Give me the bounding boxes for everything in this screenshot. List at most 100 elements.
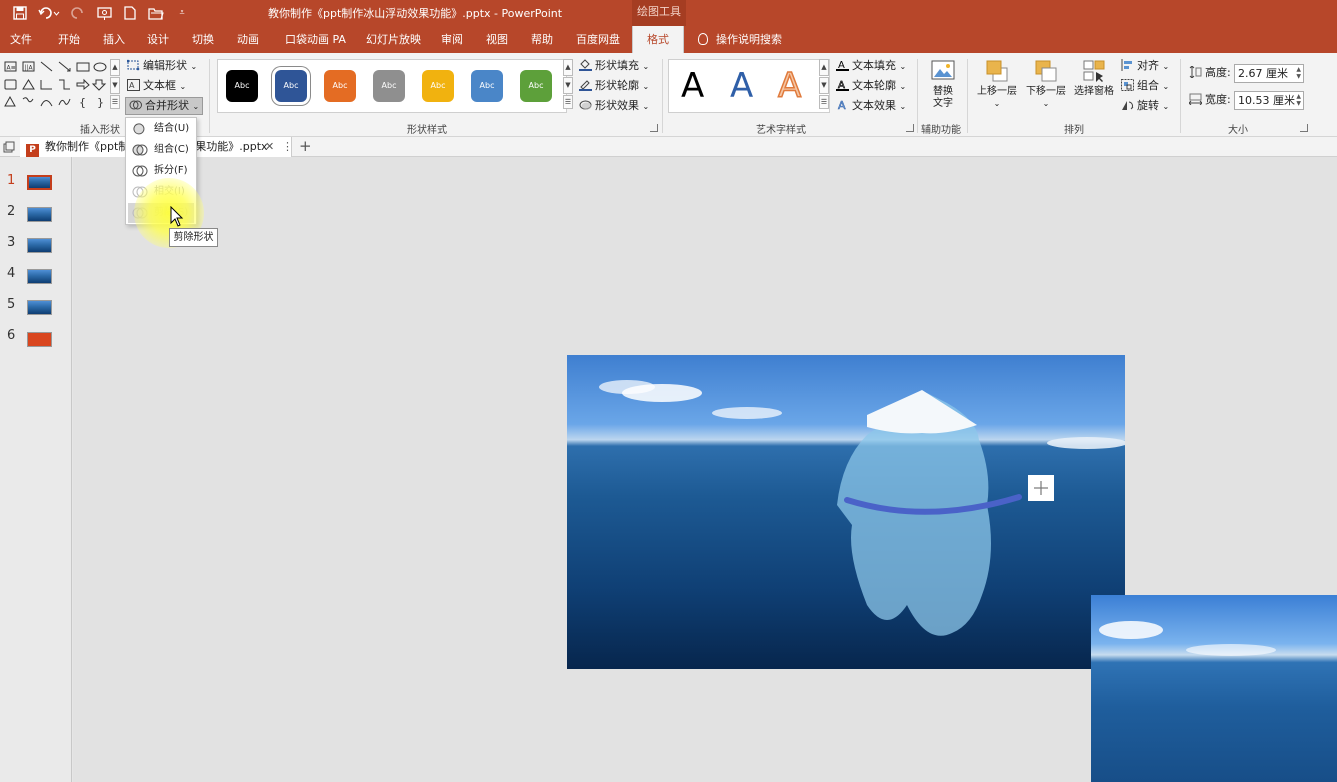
slide-thumbnail-1[interactable] bbox=[27, 175, 52, 190]
wordart-style-black[interactable]: A bbox=[681, 66, 704, 106]
text-effects-button[interactable]: A 文本效果 ⌄ bbox=[836, 97, 907, 115]
send-backward-button[interactable]: 下移一层 ⌄ bbox=[1023, 59, 1069, 110]
slide-thumbnail-5[interactable] bbox=[27, 300, 52, 315]
customize-qat-icon[interactable]: ⩡ bbox=[172, 4, 192, 22]
shape-effects-label: 形状效果 bbox=[595, 99, 639, 112]
chevron-down-icon: ⌄ bbox=[1162, 62, 1170, 71]
size-launcher-icon[interactable] bbox=[1300, 124, 1308, 132]
tab-view[interactable]: 视图 bbox=[486, 26, 508, 53]
new-tab-icon[interactable]: + bbox=[299, 137, 312, 156]
styles-more[interactable]: ☰ bbox=[563, 95, 573, 109]
wordart-style-orange-outline[interactable]: A bbox=[777, 65, 802, 107]
from-start-icon[interactable] bbox=[95, 4, 115, 22]
menu-item-fragment[interactable]: 拆分(F) bbox=[128, 161, 194, 181]
shape-fill-button[interactable]: 形状填充 ⌄ bbox=[579, 57, 649, 75]
wordart-group-label: 艺术字样式 bbox=[756, 125, 806, 136]
chevron-down-icon: ⌄ bbox=[179, 82, 187, 91]
tab-slideshow[interactable]: 幻灯片放映 bbox=[366, 26, 421, 53]
width-label-row: 宽度: bbox=[1188, 91, 1231, 109]
undo-icon[interactable] bbox=[36, 4, 62, 22]
align-button[interactable]: 对齐 ⌄ bbox=[1121, 57, 1169, 75]
text-fill-button[interactable]: A 文本填充 ⌄ bbox=[836, 57, 906, 75]
selection-pane-button[interactable]: 选择窗格 bbox=[1071, 59, 1117, 98]
chevron-down-icon: ⌄ bbox=[1042, 99, 1050, 108]
shape-style-black[interactable]: Abc bbox=[226, 70, 258, 102]
rotate-button[interactable]: 旋转 ⌄ bbox=[1121, 97, 1169, 115]
bring-forward-button[interactable]: 上移一层 ⌄ bbox=[974, 59, 1020, 110]
group-button[interactable]: 组合 ⌄ bbox=[1121, 77, 1169, 95]
redo-icon[interactable] bbox=[68, 4, 88, 22]
shapes-gallery-scroll-down[interactable]: ▼ bbox=[110, 77, 120, 94]
open-folder-icon[interactable] bbox=[146, 4, 166, 22]
window-title: 教你制作《ppt制作冰山浮动效果功能》.pptx - PowerPoint bbox=[268, 7, 563, 20]
slide-thumbnail-2[interactable] bbox=[27, 207, 52, 222]
svg-text:A≡: A≡ bbox=[7, 65, 16, 72]
tab-pocket-animation[interactable]: 口袋动画 PA bbox=[285, 26, 346, 53]
slide-thumbnail-3[interactable] bbox=[27, 238, 52, 253]
tell-me-search[interactable]: 操作说明搜索 bbox=[698, 26, 782, 53]
menu-item-union[interactable]: 结合(U) bbox=[128, 119, 194, 139]
wordart-scroll-down[interactable]: ▼ bbox=[819, 77, 829, 94]
shape-style-gold[interactable]: Abc bbox=[422, 70, 454, 102]
wordart-style-blue[interactable]: A bbox=[730, 66, 753, 106]
tab-format[interactable]: 格式 bbox=[632, 26, 684, 53]
new-file-icon[interactable] bbox=[120, 4, 140, 22]
shape-styles-launcher-icon[interactable] bbox=[650, 124, 658, 132]
shapes-gallery-more[interactable]: ☰ bbox=[110, 95, 120, 109]
wordart-more[interactable]: ☰ bbox=[819, 95, 829, 109]
menu-item-combine[interactable]: 组合(C) bbox=[128, 140, 194, 160]
wordart-launcher-icon[interactable] bbox=[906, 124, 914, 132]
close-tab-icon[interactable]: ✕ bbox=[265, 137, 274, 157]
edit-shape-button[interactable]: 编辑形状 ⌄ bbox=[126, 57, 197, 75]
wordart-scroll-up[interactable]: ▲ bbox=[819, 59, 829, 76]
shape-outline-button[interactable]: 形状轮廓 ⌄ bbox=[579, 77, 649, 95]
tab-file[interactable]: 文件 bbox=[10, 26, 32, 53]
iceberg-picture[interactable] bbox=[567, 355, 1125, 669]
edit-shape-icon bbox=[126, 59, 140, 71]
shape-style-green[interactable]: Abc bbox=[520, 70, 552, 102]
styles-scroll-up[interactable]: ▲ bbox=[563, 59, 573, 76]
text-box-label: 文本框 bbox=[143, 79, 176, 92]
save-icon[interactable] bbox=[10, 4, 30, 22]
tab-switch-icon[interactable] bbox=[3, 141, 15, 153]
tab-baidu-netdisk[interactable]: 百度网盘 bbox=[576, 26, 620, 53]
tab-design[interactable]: 设计 bbox=[147, 26, 169, 53]
tab-insert[interactable]: 插入 bbox=[103, 26, 125, 53]
tab-transitions[interactable]: 切换 bbox=[192, 26, 214, 53]
tab-help[interactable]: 帮助 bbox=[531, 26, 553, 53]
alt-text-label-line2: 文字 bbox=[933, 98, 953, 109]
shapes-gallery[interactable]: A≡ ||A { } bbox=[4, 59, 120, 111]
slide-number: 5 bbox=[7, 297, 16, 312]
alt-text-button[interactable]: 替换 文字 bbox=[928, 59, 958, 110]
tab-review[interactable]: 审阅 bbox=[441, 26, 463, 53]
styles-scroll-down[interactable]: ▼ bbox=[563, 77, 573, 94]
shape-style-gray[interactable]: Abc bbox=[373, 70, 405, 102]
width-input[interactable]: 10.53 厘米 ▲ ▼ bbox=[1234, 91, 1304, 110]
width-spinner-icon[interactable]: ▲ ▼ bbox=[1296, 93, 1301, 107]
slide-number: 1 bbox=[7, 173, 16, 188]
menu-item-intersect[interactable]: 相交(I) bbox=[128, 182, 194, 202]
slide-thumbnail-6[interactable] bbox=[27, 332, 52, 347]
slide-thumbnail-4[interactable] bbox=[27, 269, 52, 284]
height-spinner-icon[interactable]: ▲ ▼ bbox=[1296, 66, 1301, 80]
height-input[interactable]: 2.67 厘米 ▲ ▼ bbox=[1234, 64, 1304, 83]
shapes-gallery-scroll-up[interactable]: ▲ bbox=[110, 59, 120, 76]
tab-home[interactable]: 开始 bbox=[58, 26, 80, 53]
drawing-tools-context-label: 绘图工具 bbox=[632, 0, 686, 26]
text-outline-button[interactable]: A 文本轮廓 ⌄ bbox=[836, 77, 906, 95]
slide-number: 3 bbox=[7, 235, 16, 250]
shape-style-blue-selected[interactable]: Abc bbox=[275, 70, 307, 102]
shape-style-orange[interactable]: Abc bbox=[324, 70, 356, 102]
shape-effects-button[interactable]: 形状效果 ⌄ bbox=[579, 97, 649, 115]
tab-animations[interactable]: 动画 bbox=[237, 26, 259, 53]
size-group-label: 大小 bbox=[1228, 125, 1248, 136]
more-options-icon[interactable]: ⋮ bbox=[282, 137, 293, 157]
slide-number: 6 bbox=[7, 328, 16, 343]
menu-item-subtract[interactable]: 剪除(S) bbox=[128, 203, 194, 223]
iceberg-picture-duplicate[interactable] bbox=[1091, 595, 1337, 782]
chevron-down-icon: ⌄ bbox=[1162, 82, 1170, 91]
shape-style-light-blue[interactable]: Abc bbox=[471, 70, 503, 102]
alt-text-label-line1: 替换 bbox=[933, 86, 953, 97]
text-box-button[interactable]: A 文本框 ⌄ bbox=[127, 77, 186, 95]
merge-shapes-button[interactable]: 合并形状 ⌄ bbox=[125, 97, 204, 115]
